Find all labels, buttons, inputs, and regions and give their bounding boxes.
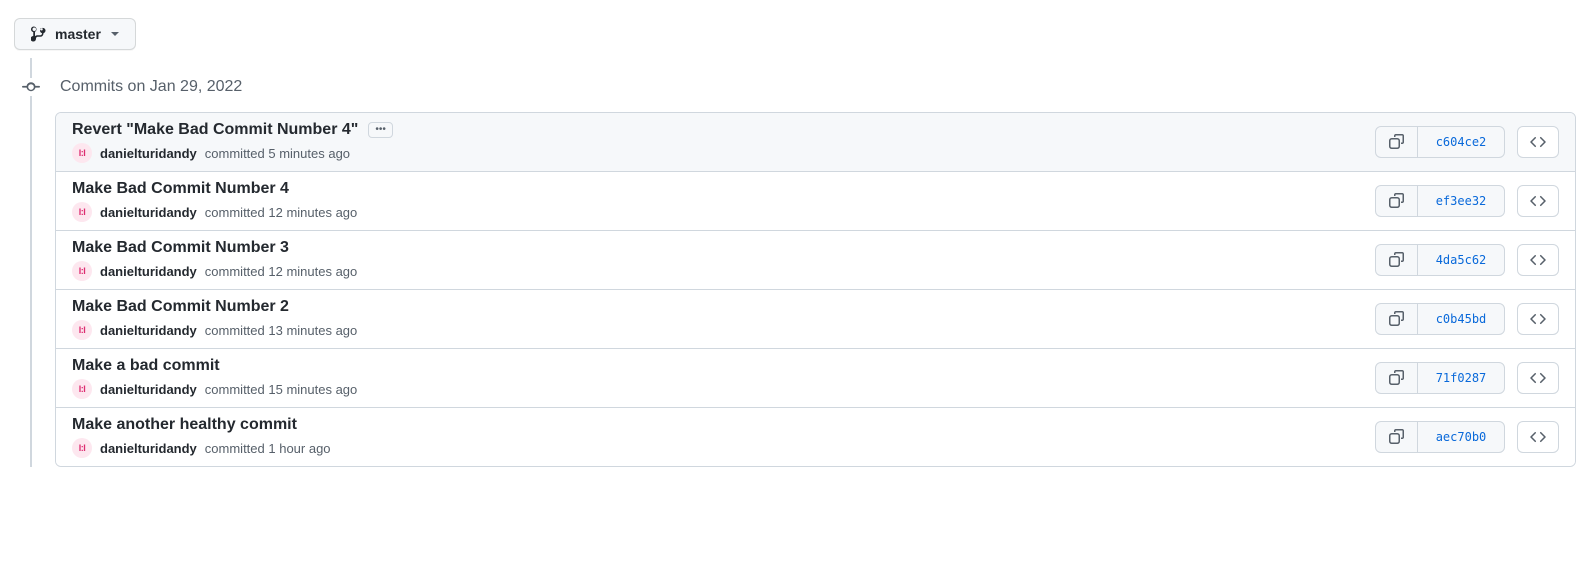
browse-code-button[interactable] xyxy=(1517,303,1559,335)
copy-icon xyxy=(1389,252,1405,268)
avatar[interactable]: I:I xyxy=(72,261,92,281)
commit-time: committed 15 minutes ago xyxy=(205,382,357,397)
commit-author-link[interactable]: danielturidandy xyxy=(100,323,197,338)
sha-group: aec70b0 xyxy=(1375,421,1505,453)
browse-code-button[interactable] xyxy=(1517,421,1559,453)
browse-code-button[interactable] xyxy=(1517,362,1559,394)
commit-sha-link[interactable]: ef3ee32 xyxy=(1418,186,1504,216)
copy-sha-button[interactable] xyxy=(1376,304,1418,334)
copy-sha-button[interactable] xyxy=(1376,186,1418,216)
commit-sha-link[interactable]: c604ce2 xyxy=(1418,127,1504,157)
commit-info: Make a bad commit I:I danielturidandy commi… xyxy=(72,357,1375,399)
code-icon xyxy=(1530,134,1546,150)
commit-time: committed 5 minutes ago xyxy=(205,146,350,161)
sha-group: ef3ee32 xyxy=(1375,185,1505,217)
timeline-line xyxy=(30,58,32,467)
expand-message-button[interactable]: ••• xyxy=(368,122,393,138)
sha-group: 4da5c62 xyxy=(1375,244,1505,276)
commit-author-link[interactable]: danielturidandy xyxy=(100,205,197,220)
commit-info: Make Bad Commit Number 4 I:I danielturidan… xyxy=(72,180,1375,222)
commit-info: Make Bad Commit Number 3 I:I danielturidan… xyxy=(72,239,1375,281)
avatar[interactable]: I:I xyxy=(72,143,92,163)
browse-code-button[interactable] xyxy=(1517,185,1559,217)
copy-sha-button[interactable] xyxy=(1376,127,1418,157)
code-icon xyxy=(1530,252,1546,268)
copy-icon xyxy=(1389,311,1405,327)
commit-sha-link[interactable]: aec70b0 xyxy=(1418,422,1504,452)
commit-info: Make another healthy commit I:I danielturi… xyxy=(72,416,1375,458)
git-branch-icon xyxy=(31,26,47,42)
copy-sha-button[interactable] xyxy=(1376,363,1418,393)
commit-author-link[interactable]: danielturidandy xyxy=(100,146,197,161)
avatar[interactable]: I:I xyxy=(72,438,92,458)
commit-sha-link[interactable]: 4da5c62 xyxy=(1418,245,1504,275)
commit-title-link[interactable]: Make Bad Commit Number 4 xyxy=(72,180,289,198)
commit-row: Make another healthy commit I:I danielturi… xyxy=(56,407,1575,466)
commit-row: Make Bad Commit Number 4 I:I danielturidan… xyxy=(56,171,1575,230)
copy-icon xyxy=(1389,429,1405,445)
commits-group-header: Commits on Jan 29, 2022 xyxy=(22,78,1576,96)
commit-row: Make Bad Commit Number 2 I:I danielturidan… xyxy=(56,289,1575,348)
commit-title-link[interactable]: Make another healthy commit xyxy=(72,416,297,434)
copy-sha-button[interactable] xyxy=(1376,422,1418,452)
commit-author-link[interactable]: danielturidandy xyxy=(100,264,197,279)
sha-group: c0b45bd xyxy=(1375,303,1505,335)
commit-title-link[interactable]: Make Bad Commit Number 3 xyxy=(72,239,289,257)
commits-date-label: Commits on Jan 29, 2022 xyxy=(60,78,242,96)
commit-row: Revert "Make Bad Commit Number 4" ••• I:I d… xyxy=(56,113,1575,171)
commit-actions: 71f0287 xyxy=(1375,362,1559,394)
commit-time: committed 1 hour ago xyxy=(205,441,331,456)
commit-dot-icon xyxy=(22,78,40,96)
commit-time: committed 12 minutes ago xyxy=(205,264,357,279)
commit-time: committed 13 minutes ago xyxy=(205,323,357,338)
branch-selector[interactable]: master xyxy=(14,18,136,50)
commit-author-link[interactable]: danielturidandy xyxy=(100,441,197,456)
avatar[interactable]: I:I xyxy=(72,379,92,399)
code-icon xyxy=(1530,370,1546,386)
copy-sha-button[interactable] xyxy=(1376,245,1418,275)
avatar[interactable]: I:I xyxy=(72,320,92,340)
commit-title-link[interactable]: Make a bad commit xyxy=(72,357,220,375)
commit-sha-link[interactable]: 71f0287 xyxy=(1418,363,1504,393)
commit-row: Make Bad Commit Number 3 I:I danielturidan… xyxy=(56,230,1575,289)
browse-code-button[interactable] xyxy=(1517,244,1559,276)
commit-info: Make Bad Commit Number 2 I:I danielturidan… xyxy=(72,298,1375,340)
commit-time: committed 12 minutes ago xyxy=(205,205,357,220)
commit-actions: aec70b0 xyxy=(1375,421,1559,453)
commit-list: Revert "Make Bad Commit Number 4" ••• I:I d… xyxy=(55,112,1576,467)
commit-actions: c0b45bd xyxy=(1375,303,1559,335)
copy-icon xyxy=(1389,134,1405,150)
caret-down-icon xyxy=(111,32,119,36)
copy-icon xyxy=(1389,370,1405,386)
commit-actions: ef3ee32 xyxy=(1375,185,1559,217)
commit-title-link[interactable]: Revert "Make Bad Commit Number 4" xyxy=(72,121,358,139)
commit-actions: c604ce2 xyxy=(1375,126,1559,158)
copy-icon xyxy=(1389,193,1405,209)
code-icon xyxy=(1530,429,1546,445)
sha-group: 71f0287 xyxy=(1375,362,1505,394)
commit-row: Make a bad commit I:I danielturidandy commi… xyxy=(56,348,1575,407)
commit-author-link[interactable]: danielturidandy xyxy=(100,382,197,397)
commit-info: Revert "Make Bad Commit Number 4" ••• I:I d… xyxy=(72,121,1375,163)
sha-group: c604ce2 xyxy=(1375,126,1505,158)
code-icon xyxy=(1530,193,1546,209)
commit-actions: 4da5c62 xyxy=(1375,244,1559,276)
branch-name: master xyxy=(55,26,101,42)
code-icon xyxy=(1530,311,1546,327)
avatar[interactable]: I:I xyxy=(72,202,92,222)
commit-sha-link[interactable]: c0b45bd xyxy=(1418,304,1504,334)
timeline: Commits on Jan 29, 2022 Revert "Make Bad… xyxy=(22,78,1576,467)
commit-title-link[interactable]: Make Bad Commit Number 2 xyxy=(72,298,289,316)
browse-code-button[interactable] xyxy=(1517,126,1559,158)
